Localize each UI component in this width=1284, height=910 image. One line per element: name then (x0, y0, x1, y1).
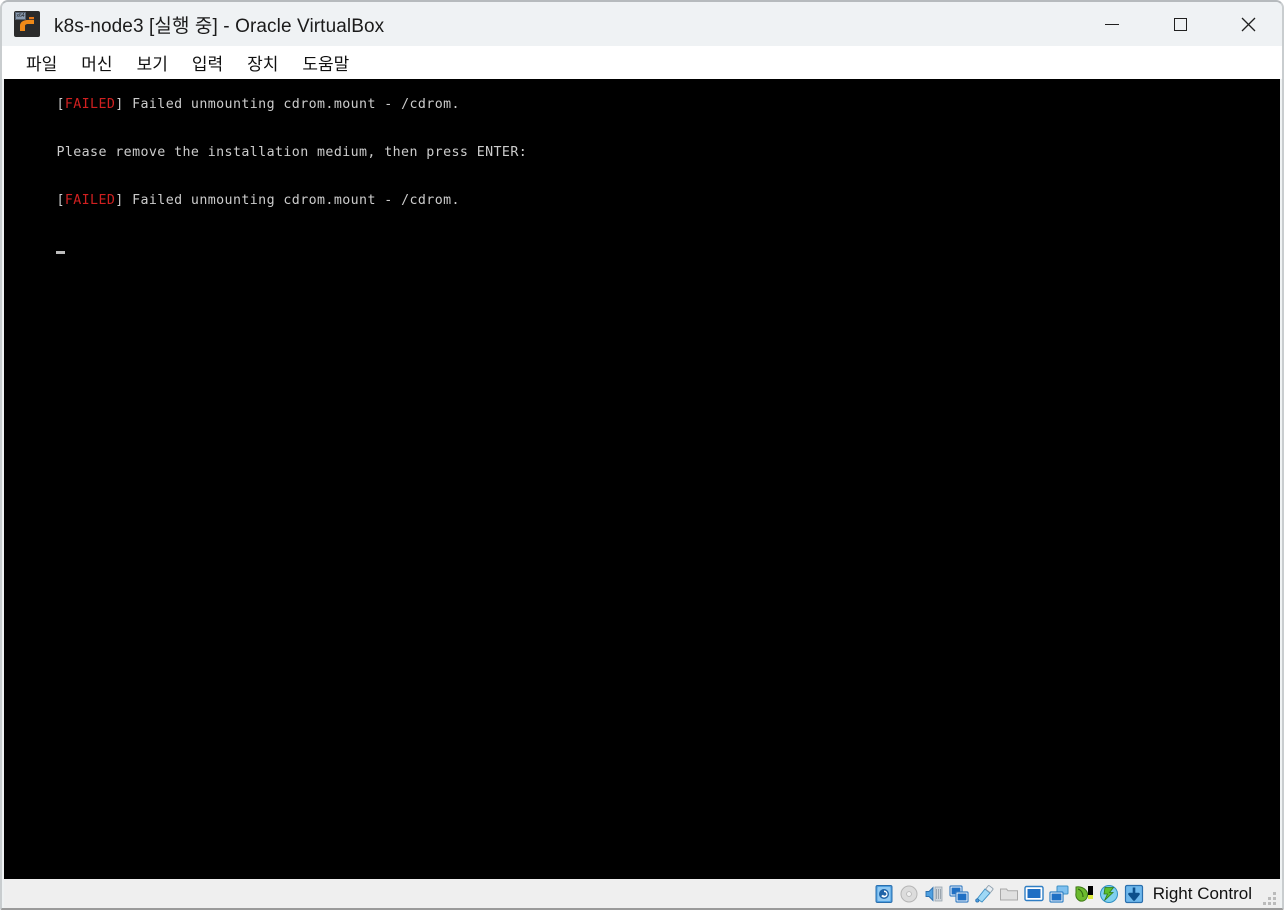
virtualbox-icon[interactable]: x64 (14, 11, 40, 37)
close-button[interactable] (1214, 2, 1282, 46)
vm-display[interactable]: [FAILED] Failed unmounting cdrom.mount -… (4, 79, 1280, 879)
arch-badge: x64 (15, 12, 26, 20)
maximize-button[interactable] (1146, 2, 1214, 46)
virtualbox-vm-window: x64 k8s-node3 [실행 중] - Oracle VirtualBox… (0, 0, 1284, 910)
window-title: k8s-node3 [실행 중] - Oracle VirtualBox (54, 15, 385, 37)
close-icon (1241, 17, 1256, 32)
mouse-integration-icon[interactable] (1073, 883, 1095, 905)
terminal-text: Failed unmounting cdrom.mount - /cdrom. (132, 97, 460, 112)
menu-file[interactable]: 파일 (14, 47, 69, 78)
window-controls (1078, 2, 1282, 46)
menu-input[interactable]: 입력 (180, 47, 235, 78)
bracket-close: ] (115, 97, 133, 112)
minimize-icon (1105, 23, 1119, 25)
status-bar: Right Control (4, 879, 1280, 908)
bracket-close: ] (115, 193, 133, 208)
host-key-icon[interactable] (1123, 883, 1145, 905)
title-bar[interactable]: x64 k8s-node3 [실행 중] - Oracle VirtualBox (2, 2, 1282, 46)
terminal-line: [FAILED] Failed unmounting cdrom.mount -… (6, 177, 1280, 225)
host-key-label: Right Control (1152, 883, 1252, 903)
hard-disk-icon[interactable] (873, 883, 895, 905)
status-icon-group (873, 883, 1145, 905)
usb-icon[interactable] (973, 883, 995, 905)
bracket-open: [ (56, 193, 65, 208)
status-badge: FAILED (64, 97, 116, 112)
menu-machine[interactable]: 머신 (69, 47, 124, 78)
bracket-open: [ (56, 97, 65, 112)
network-icon[interactable] (948, 883, 970, 905)
shared-folders-icon[interactable] (998, 883, 1020, 905)
terminal-text: Please remove the installation medium, t… (56, 145, 528, 160)
terminal-line: Please remove the installation medium, t… (6, 129, 1280, 177)
menu-devices[interactable]: 장치 (235, 47, 290, 78)
terminal-cursor-line (6, 225, 1280, 254)
menu-bar: 파일 머신 보기 입력 장치 도움말 (2, 46, 1282, 79)
minimize-button[interactable] (1078, 2, 1146, 46)
menu-help[interactable]: 도움말 (290, 47, 361, 78)
terminal-line: [FAILED] Failed unmounting cdrom.mount -… (6, 81, 1280, 129)
display-icon[interactable] (1023, 883, 1045, 905)
menu-view[interactable]: 보기 (125, 47, 180, 78)
host-network-icon[interactable] (1098, 883, 1120, 905)
status-badge: FAILED (64, 193, 116, 208)
text-cursor (56, 251, 66, 254)
audio-icon[interactable] (923, 883, 945, 905)
terminal-text: Failed unmounting cdrom.mount - /cdrom. (132, 193, 460, 208)
optical-drive-icon[interactable] (898, 883, 920, 905)
resize-grip[interactable] (1260, 889, 1276, 905)
recording-icon[interactable] (1048, 883, 1070, 905)
maximize-icon (1173, 17, 1187, 31)
